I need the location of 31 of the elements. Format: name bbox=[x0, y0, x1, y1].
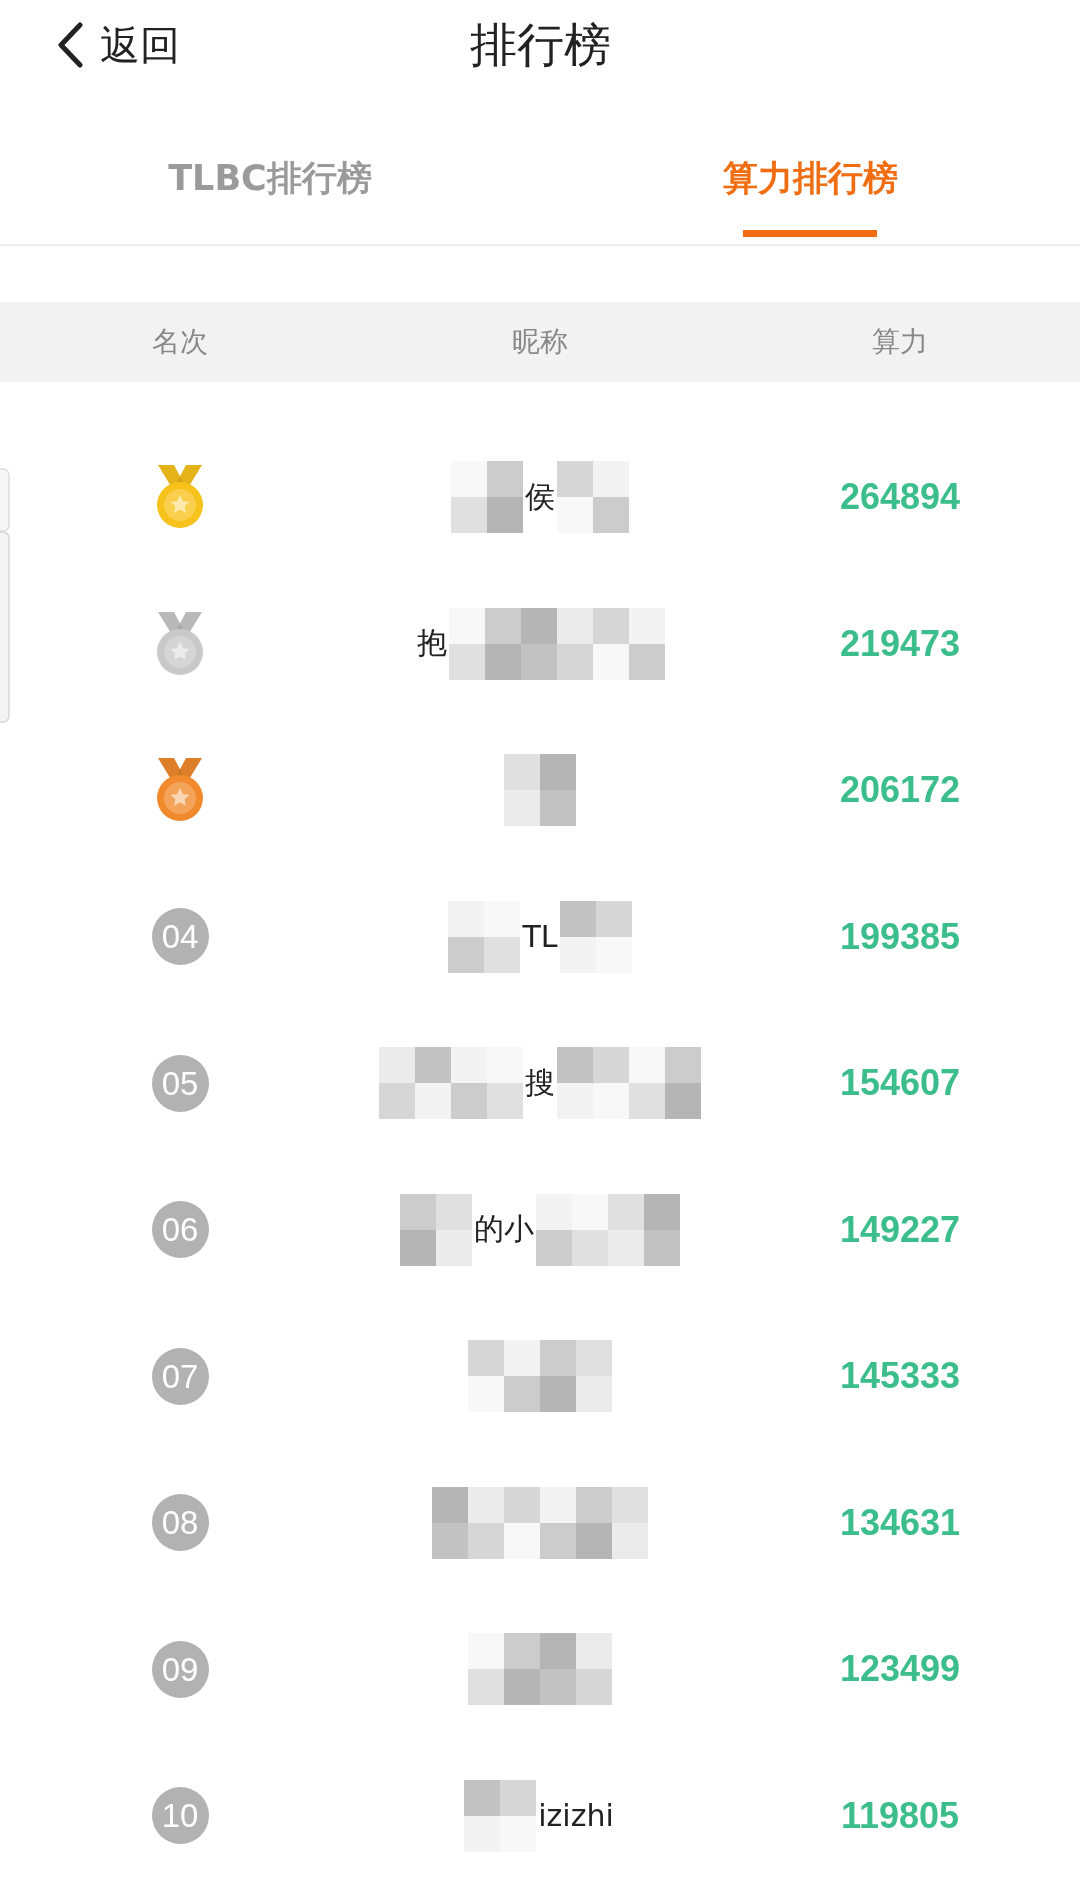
score-value: 123499 bbox=[839, 1648, 961, 1691]
score-value: 134631 bbox=[839, 1501, 961, 1544]
score-value: 119805 bbox=[840, 1794, 960, 1837]
chevron-left-icon bbox=[56, 22, 84, 68]
column-header: 名次 bbox=[152, 324, 208, 360]
page-title: 排行榜 bbox=[469, 15, 611, 74]
nickname-text: 抱 bbox=[416, 624, 448, 663]
tab[interactable]: TLBC排行榜 bbox=[0, 90, 540, 244]
rank-badge: 09 bbox=[151, 1640, 209, 1698]
score-value: 199385 bbox=[839, 915, 961, 958]
score-value: 145333 bbox=[839, 1355, 961, 1398]
nickname-text: 搜 bbox=[524, 1063, 556, 1102]
score-value: 206172 bbox=[839, 769, 961, 812]
tab[interactable]: 算力排行榜 bbox=[540, 90, 1080, 244]
score-value: 154607 bbox=[839, 1062, 961, 1105]
rank-badge: 10 bbox=[151, 1787, 209, 1845]
rank-badge: 08 bbox=[151, 1494, 209, 1552]
nickname-text: 侯 bbox=[524, 477, 556, 516]
score-value: 149227 bbox=[839, 1208, 961, 1251]
score-value: 219473 bbox=[839, 622, 961, 665]
score-value: 264894 bbox=[839, 476, 961, 519]
rank-badge: 05 bbox=[151, 1054, 209, 1112]
nickname-text: TL bbox=[521, 919, 559, 955]
column-header: 昵称 bbox=[512, 324, 568, 360]
nickname-text: izizhi bbox=[537, 1798, 615, 1834]
nickname-text: 的小 bbox=[473, 1210, 535, 1249]
rank-badge: 04 bbox=[151, 908, 209, 966]
column-header: 算力 bbox=[872, 324, 928, 360]
rank-badge: 07 bbox=[151, 1347, 209, 1405]
back-button[interactable]: 返回 bbox=[56, 17, 180, 73]
rank-badge: 06 bbox=[151, 1201, 209, 1259]
